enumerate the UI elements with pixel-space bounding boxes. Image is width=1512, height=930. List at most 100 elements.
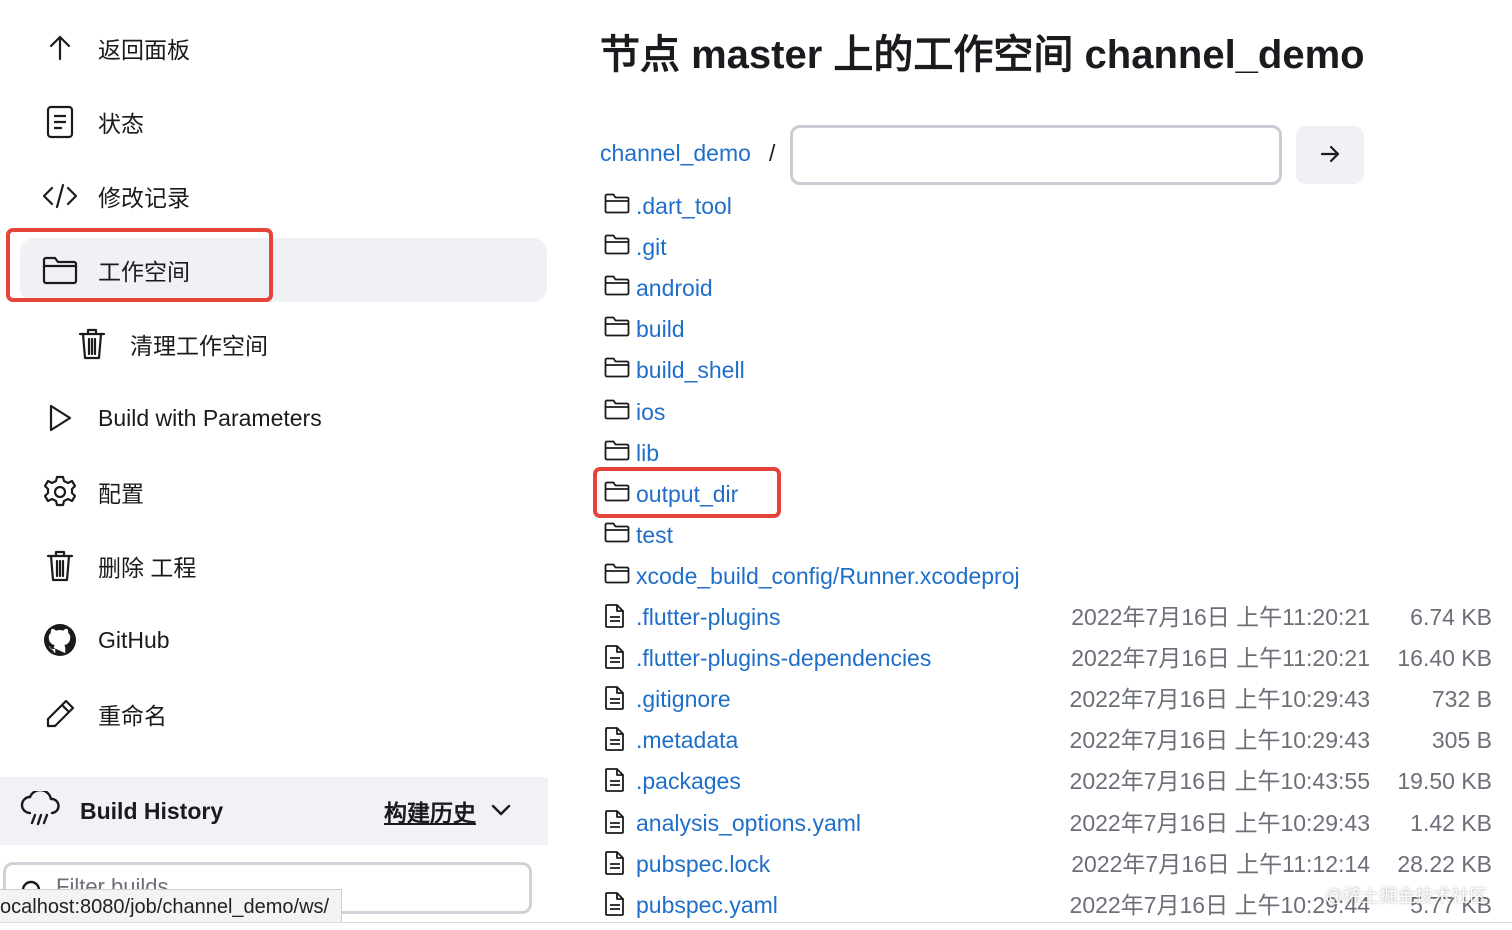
file-icon	[604, 603, 626, 634]
folder-row: output_dir	[604, 477, 1504, 511]
folder-link[interactable]: xcode_build_config/Runner.xcodeproj	[636, 559, 1020, 593]
file-icon	[604, 767, 626, 798]
folder-link[interactable]: ios	[636, 395, 665, 429]
pencil-icon	[40, 694, 80, 734]
file-row: pubspec.lock 2022年7月16日 上午11:12:14 28.22 K…	[604, 847, 1504, 881]
file-date: 2022年7月16日 上午11:20:21	[1071, 645, 1370, 671]
file-icon	[604, 726, 626, 757]
watermark: @稀土掘金技术社区	[1325, 886, 1488, 906]
folder-link[interactable]: .git	[636, 230, 667, 264]
file-row: .metadata 2022年7月16日 上午10:29:43 305 B	[604, 723, 1504, 757]
code-icon	[40, 176, 80, 216]
file-icon	[604, 850, 626, 881]
folder-icon	[604, 274, 630, 301]
file-icon	[604, 685, 626, 716]
page-title: 节点 master 上的工作空间 channel_demo	[600, 33, 1365, 77]
sidebar-item-workspace[interactable]: 工作空间	[20, 238, 547, 302]
sidebar-item-status[interactable]: 状态	[20, 90, 547, 154]
file-row: analysis_options.yaml 2022年7月16日 上午10:29:…	[604, 806, 1504, 840]
sidebar: 返回面板 状态 修改记录 工作空间 清理工作空间 Build with Para…	[0, 0, 560, 930]
folder-row: test	[604, 518, 1504, 552]
cloud-rain-icon	[20, 788, 62, 832]
sidebar-item-label: 状态	[98, 111, 144, 137]
folder-row: build_shell	[604, 353, 1504, 387]
file-link[interactable]: .gitignore	[636, 682, 731, 716]
sidebar-item-delete-project[interactable]: 删除 工程	[20, 534, 547, 598]
folder-link[interactable]: test	[636, 518, 673, 552]
file-link[interactable]: .flutter-plugins-dependencies	[636, 641, 931, 675]
file-size: 6.74 KB	[1410, 604, 1492, 630]
folder-row: .dart_tool	[604, 189, 1504, 223]
folder-link[interactable]: .dart_tool	[636, 189, 732, 223]
build-history-title: Build History	[80, 797, 224, 824]
file-icon	[604, 891, 626, 922]
folder-row: android	[604, 271, 1504, 305]
sidebar-item-wipe-workspace[interactable]: 清理工作空间	[20, 312, 547, 376]
folder-icon	[604, 233, 630, 260]
folder-icon	[604, 521, 630, 548]
file-icon	[604, 644, 626, 675]
sidebar-item-build-with-parameters[interactable]: Build with Parameters	[20, 386, 547, 450]
file-row: .flutter-plugins-dependencies 2022年7月16日 …	[604, 641, 1504, 675]
sidebar-item-label: GitHub	[98, 626, 170, 653]
folder-link[interactable]: build	[636, 312, 685, 346]
file-size: 19.50 KB	[1397, 768, 1492, 794]
folder-icon	[40, 250, 80, 290]
breadcrumb-separator: /	[769, 140, 776, 166]
file-row: .gitignore 2022年7月16日 上午10:29:43 732 B	[604, 682, 1504, 716]
sidebar-item-label: 删除 工程	[98, 555, 197, 581]
trash-icon	[40, 546, 80, 586]
file-size: 16.40 KB	[1397, 645, 1492, 671]
arrow-up-icon	[40, 28, 80, 68]
sidebar-item-label: Build with Parameters	[98, 404, 322, 431]
folder-link[interactable]: lib	[636, 436, 659, 470]
chevron-down-icon[interactable]	[488, 797, 514, 828]
file-link[interactable]: .metadata	[636, 723, 738, 757]
folder-icon	[604, 315, 630, 342]
folder-row: build	[604, 312, 1504, 346]
sidebar-item-label: 工作空间	[98, 259, 190, 285]
sidebar-item-label: 重命名	[98, 703, 167, 729]
file-size: 1.42 KB	[1410, 810, 1492, 836]
file-size: 305 B	[1431, 727, 1492, 753]
file-link[interactable]: pubspec.yaml	[636, 888, 778, 922]
github-icon	[40, 620, 80, 660]
file-date: 2022年7月16日 上午10:29:43	[1069, 686, 1370, 712]
document-icon	[40, 102, 80, 142]
file-link[interactable]: .flutter-plugins	[636, 600, 780, 634]
sidebar-item-label: 修改记录	[98, 185, 190, 211]
play-icon	[40, 398, 80, 438]
trash-icon	[72, 324, 112, 364]
folder-icon	[604, 439, 630, 466]
sidebar-item-github[interactable]: GitHub	[20, 608, 547, 672]
file-date: 2022年7月16日 上午11:12:14	[1071, 851, 1370, 877]
build-history-header: Build History 构建历史	[0, 777, 548, 845]
path-input[interactable]	[790, 125, 1282, 185]
breadcrumb-root-link[interactable]: channel_demo	[600, 140, 751, 167]
folder-icon	[604, 192, 630, 219]
sidebar-item-changes[interactable]: 修改记录	[20, 164, 547, 228]
file-size: 28.22 KB	[1397, 851, 1492, 877]
file-date: 2022年7月16日 上午10:29:43	[1069, 727, 1370, 753]
arrow-right-icon	[1319, 143, 1341, 168]
file-date: 2022年7月16日 上午11:20:21	[1071, 604, 1370, 630]
folder-link[interactable]: output_dir	[636, 477, 738, 511]
folder-link[interactable]: android	[636, 271, 713, 305]
file-size: 732 B	[1431, 686, 1492, 712]
file-row: .packages 2022年7月16日 上午10:43:55 19.50 KB	[604, 764, 1504, 798]
folder-row: .git	[604, 230, 1504, 264]
file-row: .flutter-plugins 2022年7月16日 上午11:20:21 6.7…	[604, 600, 1504, 634]
file-link[interactable]: pubspec.lock	[636, 847, 770, 881]
folder-icon	[604, 562, 630, 589]
folder-icon	[604, 356, 630, 383]
file-link[interactable]: analysis_options.yaml	[636, 806, 861, 840]
status-bar-url: ocalhost:8080/job/channel_demo/ws/	[0, 889, 343, 923]
sidebar-item-rename[interactable]: 重命名	[20, 682, 547, 746]
file-link[interactable]: .packages	[636, 764, 741, 798]
build-history-link[interactable]: 构建历史	[384, 794, 476, 828]
sidebar-item-label: 配置	[98, 481, 144, 507]
go-button[interactable]	[1296, 126, 1364, 184]
sidebar-item-configure[interactable]: 配置	[20, 460, 547, 524]
sidebar-item-back-to-dashboard[interactable]: 返回面板	[20, 16, 547, 80]
folder-link[interactable]: build_shell	[636, 353, 745, 387]
